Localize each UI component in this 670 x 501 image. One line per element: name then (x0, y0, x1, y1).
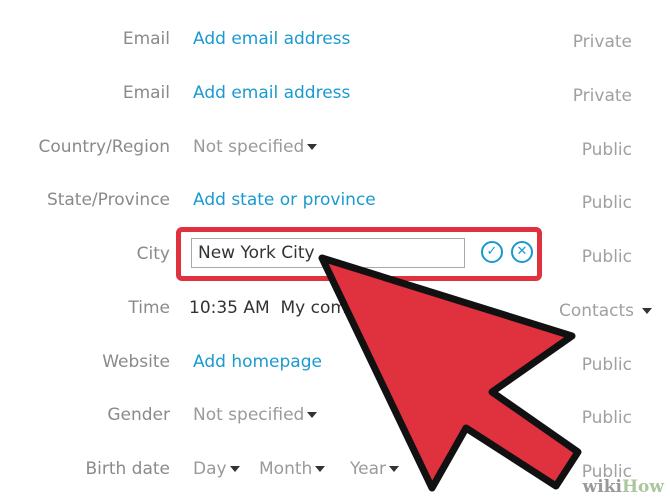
red-arrow-pointer-icon (318, 254, 582, 492)
wikihow-watermark: wikiHow (582, 477, 664, 497)
